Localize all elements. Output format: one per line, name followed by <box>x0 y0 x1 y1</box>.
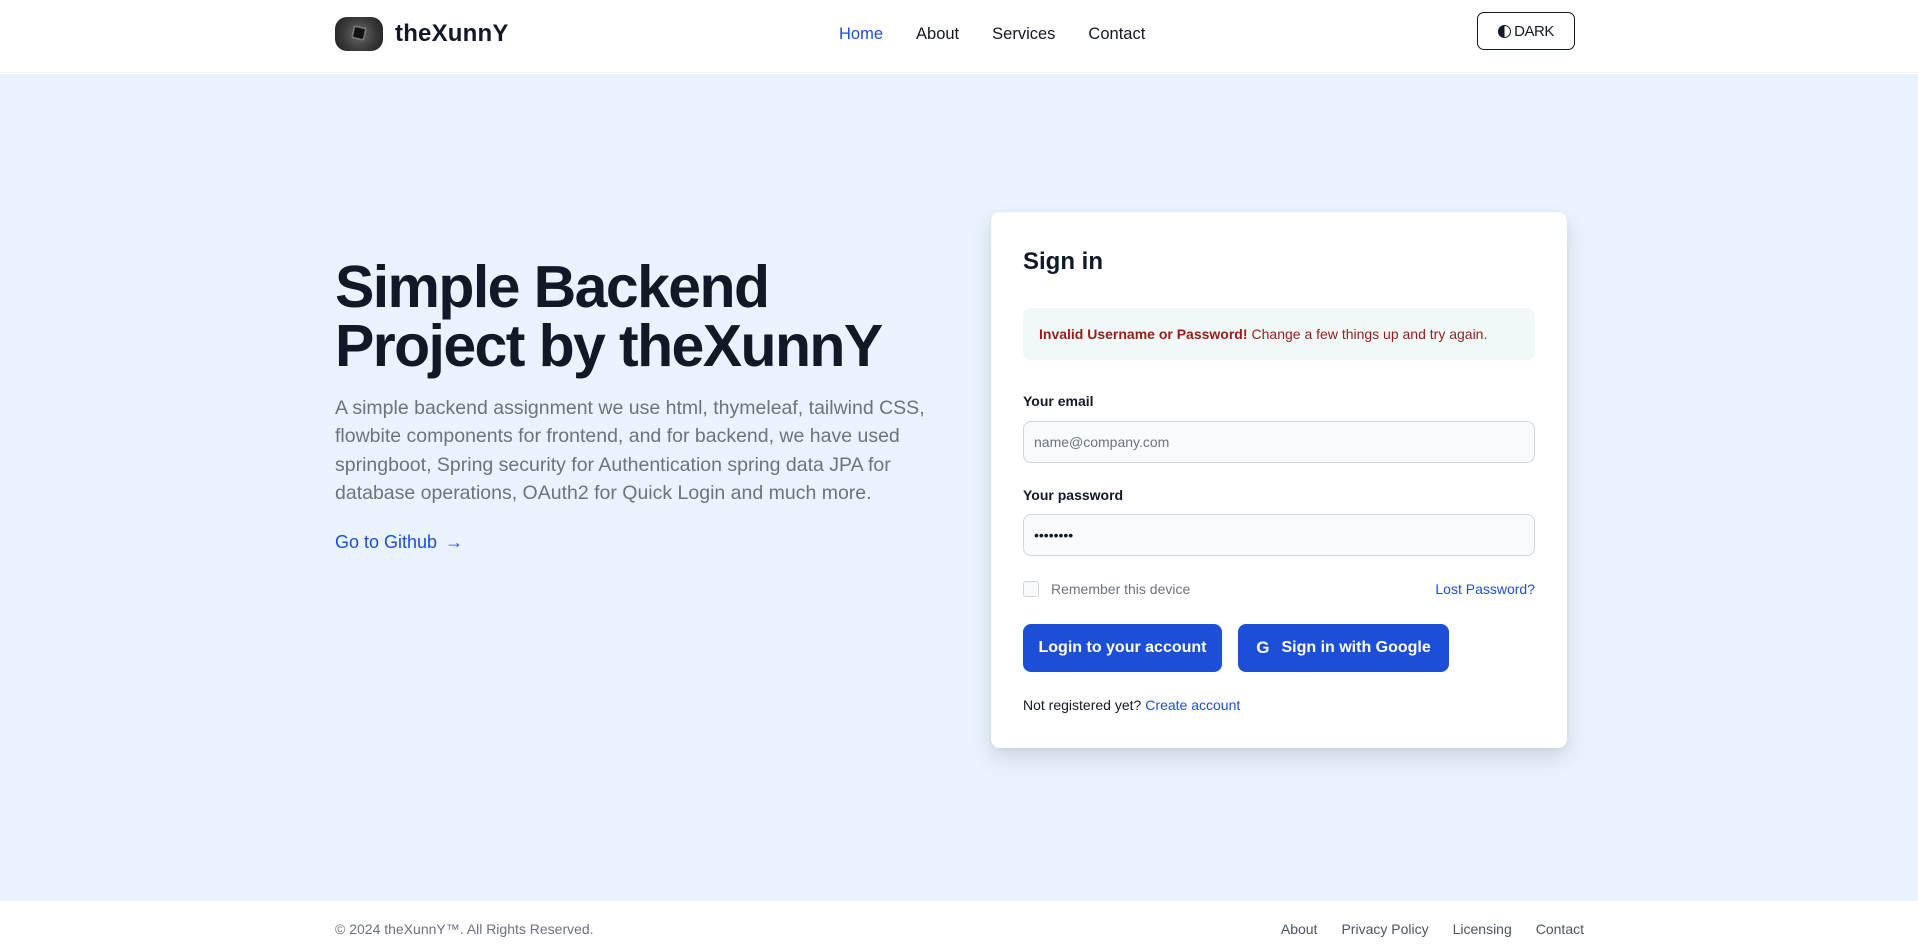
footer: © 2024 theXunnY™. All Rights Reserved. A… <box>0 901 1918 949</box>
contrast-icon <box>1498 24 1512 38</box>
google-icon: G <box>1256 638 1270 657</box>
brand-name: theXunnY <box>395 20 509 47</box>
hero-section: Simple Backend Project by theXunnY A sim… <box>0 74 1918 901</box>
footer-licensing-link[interactable]: Licensing <box>1453 921 1512 937</box>
hero-title-line2: Project by theXunnY <box>335 313 883 379</box>
remember-device: Remember this device <box>1023 581 1190 597</box>
github-link[interactable]: Go to Github → <box>335 532 463 553</box>
hero-title: Simple Backend Project by theXunnY <box>335 258 955 376</box>
footer-nav: About Privacy Policy Licensing Contact <box>1281 921 1584 937</box>
signin-card: Sign in Invalid Username or Password! Ch… <box>991 212 1567 748</box>
nav-about-link[interactable]: About <box>916 25 959 44</box>
hero-description: A simple backend assignment we use html,… <box>335 397 925 504</box>
google-signin-button[interactable]: G Sign in with Google <box>1238 624 1449 672</box>
nav-home-link[interactable]: Home <box>839 25 883 44</box>
theme-toggle-button[interactable]: DARK <box>1477 12 1575 50</box>
nav-services-link[interactable]: Services <box>992 25 1055 44</box>
arrow-right-icon: → <box>445 532 464 552</box>
not-registered-text: Not registered yet? <box>1023 697 1142 713</box>
theme-toggle-label: DARK <box>1514 22 1554 40</box>
google-signin-label: Sign in with Google <box>1281 639 1431 656</box>
create-account-link[interactable]: Create account <box>1145 697 1240 713</box>
footer-about-link[interactable]: About <box>1281 921 1318 937</box>
main-nav: Home About Services Contact <box>839 25 1145 44</box>
remember-checkbox[interactable] <box>1023 581 1039 597</box>
error-alert-bold: Invalid Username or Password! <box>1039 326 1248 342</box>
nav-contact-link[interactable]: Contact <box>1088 25 1145 44</box>
email-field[interactable] <box>1023 421 1535 463</box>
github-link-label: Go to Github <box>335 532 438 552</box>
error-alert-text: Change a few things up and try again. <box>1251 326 1488 342</box>
navbar: theXunnY Home About Services Contact DAR… <box>0 0 1918 73</box>
logo-icon <box>335 17 383 51</box>
email-label: Your email <box>1023 393 1094 409</box>
login-button[interactable]: Login to your account <box>1023 624 1222 672</box>
register-prompt: Not registered yet? Create account <box>1023 697 1240 713</box>
error-alert: Invalid Username or Password! Change a f… <box>1023 308 1535 360</box>
remember-label: Remember this device <box>1051 581 1191 597</box>
lost-password-link[interactable]: Lost Password? <box>1435 581 1535 597</box>
password-label: Your password <box>1023 487 1124 503</box>
copyright-text: © 2024 theXunnY™. All Rights Reserved. <box>335 921 594 937</box>
password-field[interactable] <box>1023 514 1535 556</box>
footer-contact-link[interactable]: Contact <box>1536 921 1584 937</box>
hero-title-line1: Simple Backend <box>335 254 770 320</box>
brand[interactable]: theXunnY <box>335 17 509 51</box>
signin-title: Sign in <box>1023 248 1103 275</box>
footer-privacy-link[interactable]: Privacy Policy <box>1341 921 1428 937</box>
